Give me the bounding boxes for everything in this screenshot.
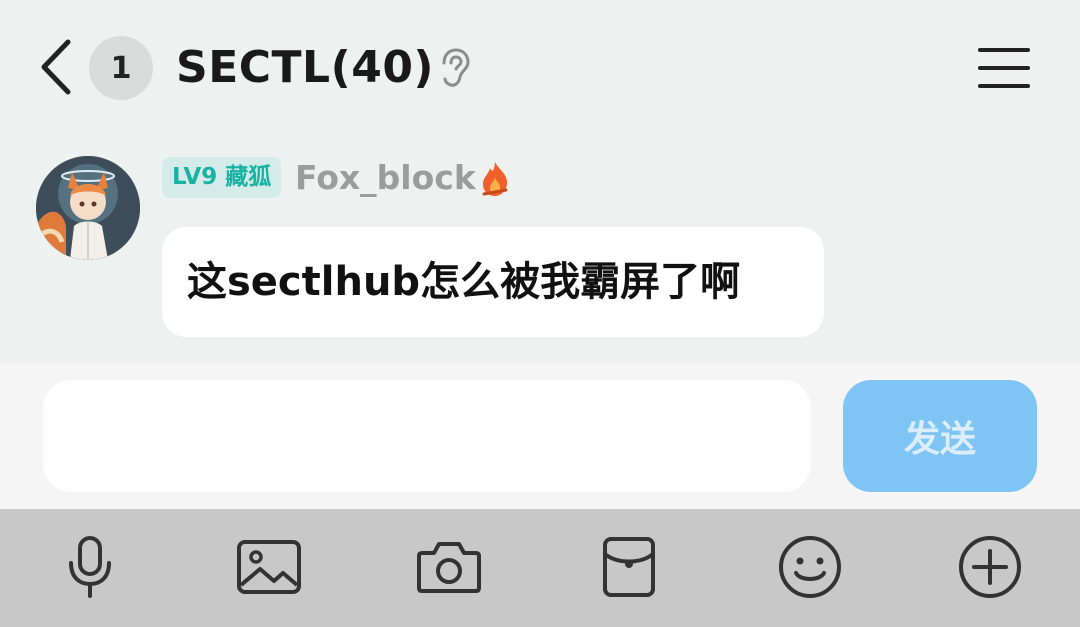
microphone-icon [69, 536, 111, 598]
fire-icon [478, 160, 512, 198]
menu-button[interactable] [978, 46, 1030, 90]
more-button[interactable] [955, 527, 1025, 607]
ear-icon[interactable] [436, 48, 472, 88]
unread-count-badge[interactable]: 1 [89, 36, 153, 100]
bottom-toolbar [0, 509, 1080, 627]
back-button[interactable] [36, 38, 76, 96]
avatar[interactable] [36, 156, 140, 260]
camera-icon [417, 542, 481, 593]
voice-button[interactable] [55, 527, 125, 607]
sender-username[interactable]: Fox_block [295, 156, 476, 200]
camera-button[interactable] [414, 527, 484, 607]
chevron-left-icon [41, 39, 71, 95]
message-input[interactable] [43, 380, 811, 492]
red-packet-icon [603, 537, 655, 597]
chat-header: 1 SECTL(40) [0, 0, 1080, 135]
message-bubble[interactable]: 这sectlhub怎么被我霸屏了啊 [162, 227, 824, 337]
message-text: 这sectlhub怎么被我霸屏了啊 [187, 259, 741, 305]
red-packet-button[interactable] [594, 527, 664, 607]
hamburger-menu-icon [978, 48, 1030, 88]
emoji-button[interactable] [775, 527, 845, 607]
plus-icon [959, 536, 1021, 598]
send-button[interactable]: 发送 [843, 380, 1037, 492]
emoji-icon [779, 536, 841, 598]
image-button[interactable] [234, 527, 304, 607]
composer-area: 发送 [0, 364, 1080, 509]
chat-title: SECTL(40) [176, 42, 435, 93]
image-icon [237, 540, 301, 594]
user-level-badge: LV9 藏狐 [162, 157, 282, 198]
